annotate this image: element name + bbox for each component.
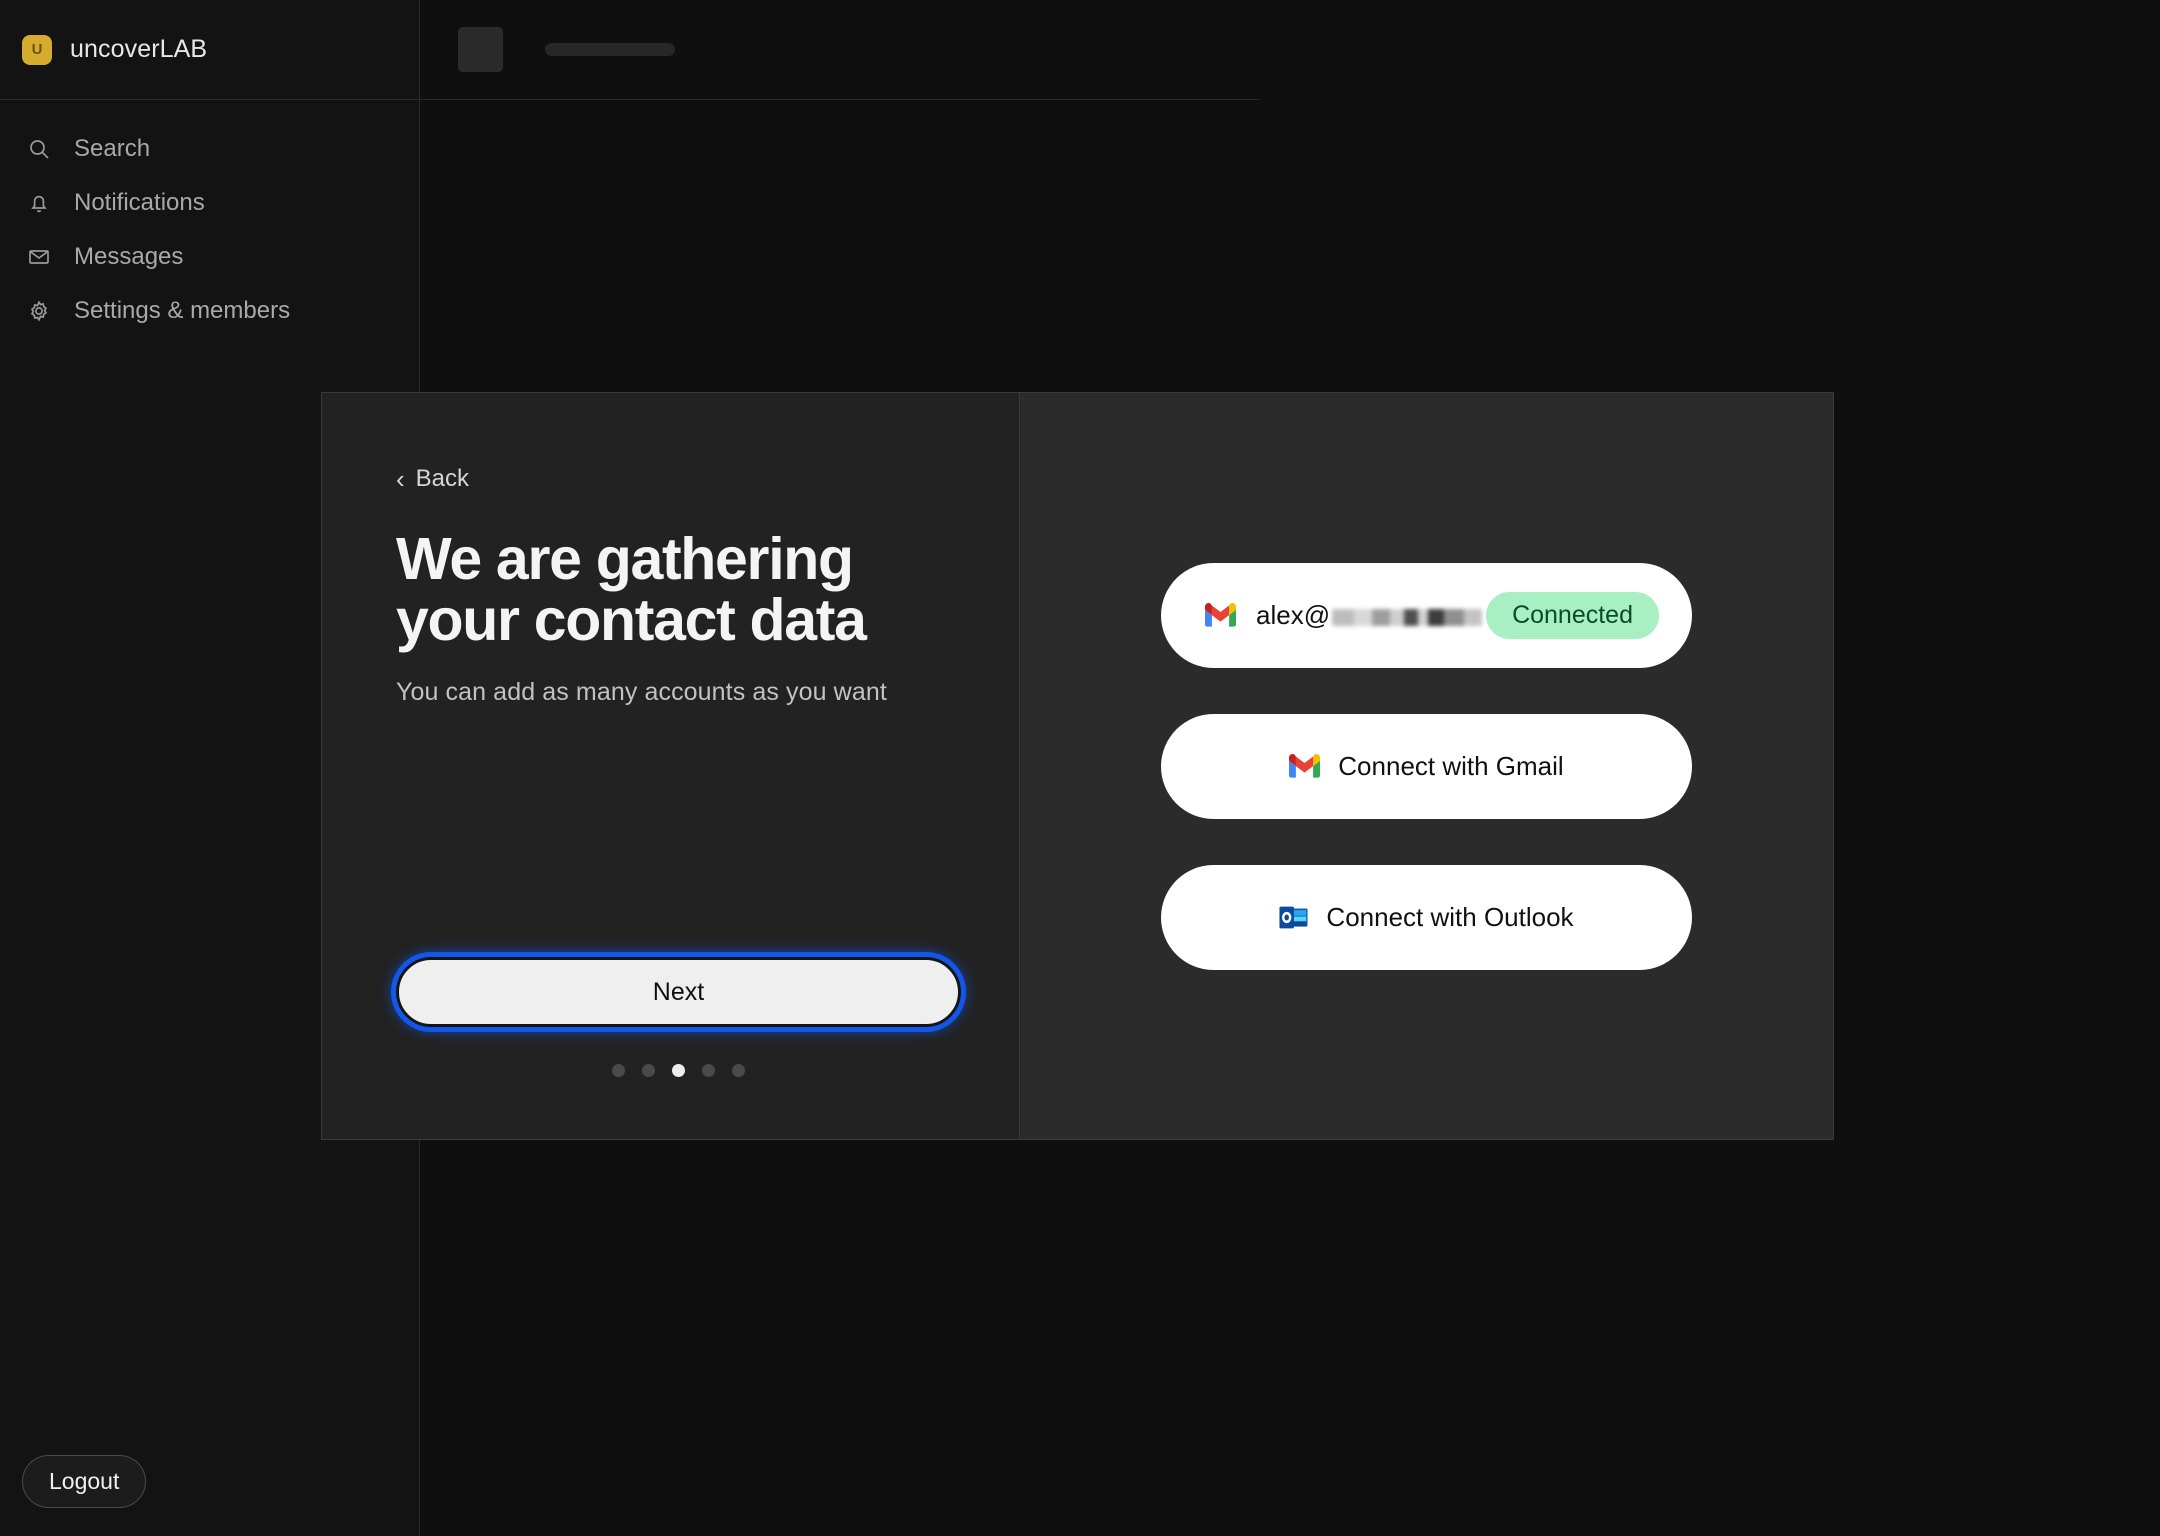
gmail-icon [1205,603,1236,627]
chevron-left-icon: ‹ [396,464,405,494]
pagination-dot-active[interactable] [672,1064,685,1077]
sidebar-item-label: Settings & members [74,297,291,324]
next-button-container: Next [391,952,966,1032]
outlook-icon [1279,906,1308,928]
account-identity: alex@ [1205,599,1483,631]
onboarding-modal: ‹ Back We are gathering your contact dat… [321,392,1834,1140]
next-button[interactable]: Next [391,952,966,1032]
connect-with-gmail-button[interactable]: Connect with Gmail [1161,713,1692,819]
brand-name: uncoverLAB [70,35,208,63]
gear-icon [26,298,52,324]
page-subtitle: You can add as many accounts as you want [396,677,887,706]
back-button[interactable]: ‹ Back [396,465,469,493]
sidebar-item-messages[interactable]: Messages [0,230,419,284]
sidebar-item-label: Messages [74,243,184,270]
modal-right-panel: alex@ Connected Connect with Gmail Conne… [1019,393,1833,1139]
search-icon [26,136,52,162]
pagination-dot[interactable] [732,1064,745,1077]
pagination-dot[interactable] [702,1064,715,1077]
logout-button[interactable]: Logout [22,1455,147,1508]
page-title: We are gathering your contact data [396,526,1019,654]
headline-line-2: your contact data [396,587,867,654]
connect-button-label: Connect with Outlook [1326,901,1574,932]
logout-container: Logout [22,1455,147,1508]
gmail-icon [1289,754,1321,778]
sidebar-item-notifications[interactable]: Notifications [0,176,419,230]
sidebar-item-label: Search [74,135,151,162]
connect-button-label: Connect with Gmail [1338,750,1564,781]
topbar-icon-placeholder [458,27,503,72]
brand[interactable]: U uncoverLAB [0,0,419,100]
bell-icon [26,190,52,216]
status-badge: Connected [1486,591,1659,639]
modal-left-panel: ‹ Back We are gathering your contact dat… [322,393,1019,1139]
connected-account-card[interactable]: alex@ Connected [1161,562,1692,668]
back-button-label: Back [415,465,470,492]
account-email-prefix: alex@ [1256,599,1331,630]
account-email: alex@ [1256,599,1483,631]
headline-line-1: We are gathering [396,526,854,592]
pagination-dot[interactable] [612,1064,625,1077]
connect-with-outlook-button[interactable]: Connect with Outlook [1161,864,1692,970]
app-root: U uncoverLAB Search Notifications Messag… [0,0,2160,1536]
pagination-dot[interactable] [642,1064,655,1077]
sidebar-item-search[interactable]: Search [0,122,419,176]
brand-logo-badge: U [22,34,52,65]
main-content: ‹ Back We are gathering your contact dat… [321,0,2160,1536]
account-email-redacted [1332,608,1483,626]
sidebar-item-label: Notifications [74,189,205,216]
topbar [420,0,1260,100]
pagination-dots [396,1064,961,1077]
topbar-title-placeholder [545,43,675,56]
envelope-icon [26,244,52,270]
sidebar-nav: Search Notifications Messages Settings &… [0,100,419,338]
sidebar-item-settings-members[interactable]: Settings & members [0,284,419,338]
